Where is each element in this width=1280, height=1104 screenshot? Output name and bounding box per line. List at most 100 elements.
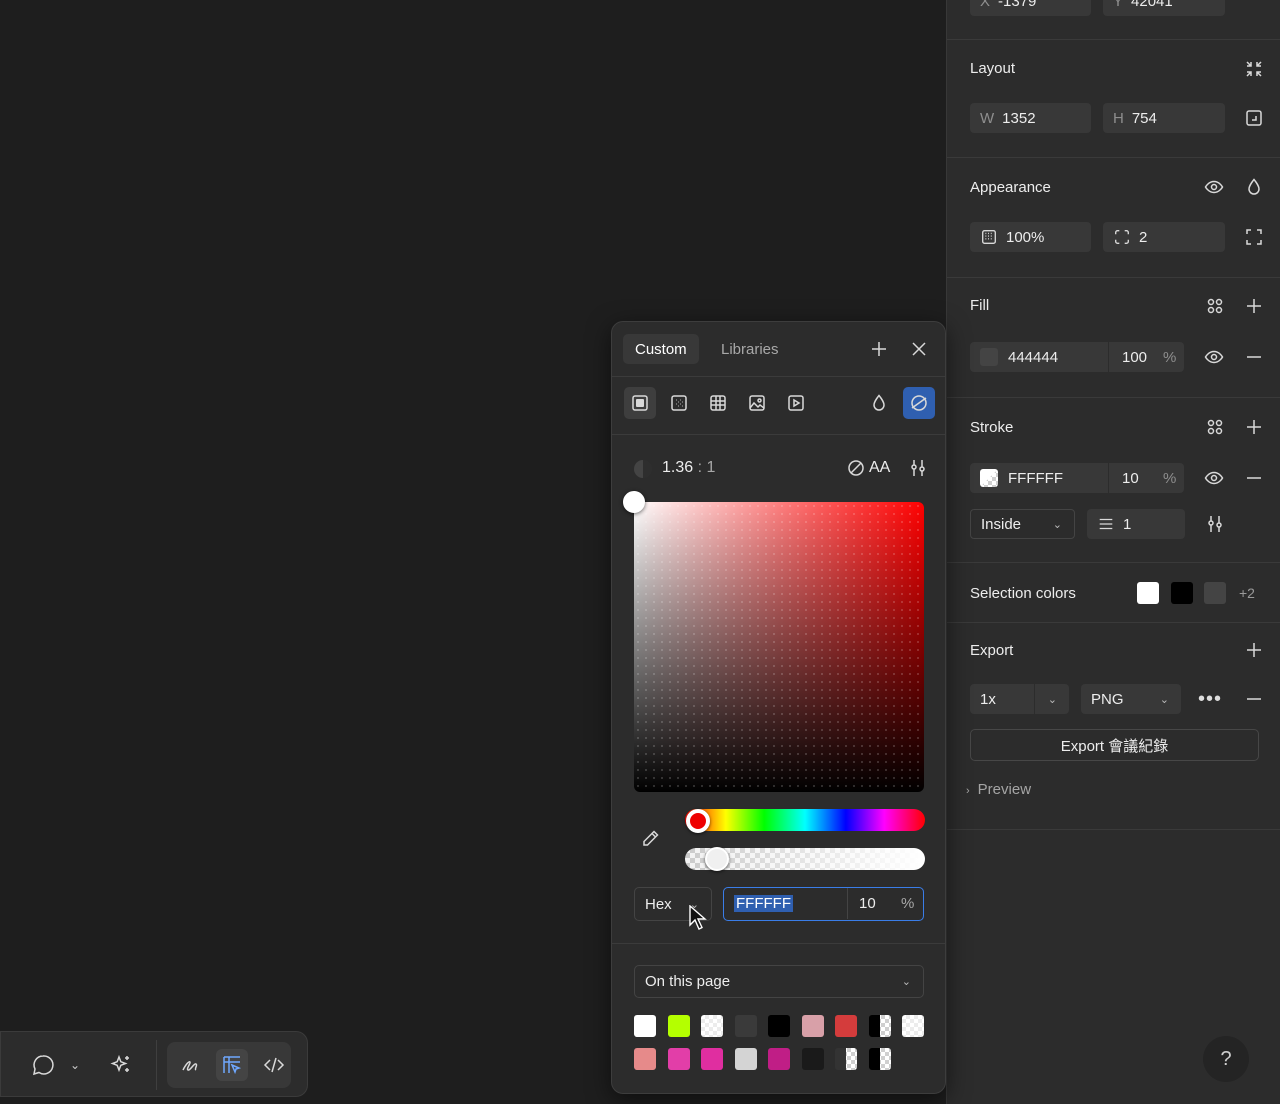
hex-input[interactable]: FFFFFF 10 % xyxy=(723,887,924,921)
fill-swatch[interactable] xyxy=(980,348,998,366)
more-options-icon[interactable]: ••• xyxy=(1198,688,1221,710)
selection-color-swatch[interactable] xyxy=(1171,582,1193,604)
stroke-weight-field[interactable]: 1 xyxy=(1087,509,1185,539)
page-color-swatch[interactable] xyxy=(634,1048,656,1070)
page-color-swatch[interactable] xyxy=(735,1048,757,1070)
stroke-styles-icon[interactable] xyxy=(1204,416,1226,438)
hue-slider[interactable] xyxy=(685,809,925,831)
page-color-swatch[interactable] xyxy=(802,1048,824,1070)
corner-radius-field[interactable]: 2 xyxy=(1103,222,1225,252)
ai-sparkle-icon[interactable] xyxy=(105,1049,137,1081)
layout-title: Layout xyxy=(970,60,1016,77)
chevron-down-icon: ⌄ xyxy=(1047,693,1057,706)
pattern-fill-icon[interactable] xyxy=(702,387,734,419)
export-button[interactable]: Export 會議紀錄 xyxy=(970,729,1259,761)
page-color-swatch[interactable] xyxy=(902,1015,924,1037)
add-stroke-icon[interactable] xyxy=(1243,416,1265,438)
stroke-swatch[interactable] xyxy=(980,469,998,487)
stroke-section: Stroke FFFFFF 10 % Inside ⌄ 1 xyxy=(947,398,1280,563)
page-color-swatch[interactable] xyxy=(869,1048,891,1070)
selection-colors-section: Selection colors +2 xyxy=(947,563,1280,623)
draw-mode-icon[interactable] xyxy=(175,1049,207,1081)
resize-icon[interactable] xyxy=(1243,107,1265,129)
opacity-icon xyxy=(980,228,998,246)
page-color-swatch[interactable] xyxy=(869,1015,891,1037)
dev-mode-icon[interactable] xyxy=(258,1049,290,1081)
page-color-swatch[interactable] xyxy=(668,1048,690,1070)
video-fill-icon[interactable] xyxy=(780,387,812,419)
alpha-input[interactable]: 10 xyxy=(859,895,876,912)
chevron-down-icon: ⌄ xyxy=(901,976,911,988)
fill-section: Fill 444444 100 % xyxy=(947,278,1280,398)
height-field[interactable]: H 754 xyxy=(1103,103,1225,133)
page-color-swatch[interactable] xyxy=(701,1048,723,1070)
solid-fill-icon[interactable] xyxy=(624,387,656,419)
stroke-color-field[interactable]: FFFFFF 10 % xyxy=(970,463,1184,493)
help-button[interactable]: ? xyxy=(1203,1036,1249,1082)
preview-toggle[interactable]: › Preview xyxy=(966,781,1031,798)
add-fill-icon[interactable] xyxy=(1243,295,1265,317)
remove-fill-icon[interactable] xyxy=(1243,346,1265,368)
appearance-title: Appearance xyxy=(970,179,1051,196)
color-picker-popup: Custom Libraries 1.36 : 1 AA Hex ⌄ FFFFF… xyxy=(611,321,946,1094)
gradient-fill-icon[interactable] xyxy=(663,387,695,419)
alpha-handle[interactable] xyxy=(705,847,729,871)
opacity-field[interactable]: 100% xyxy=(970,222,1091,252)
stroke-position-select[interactable]: Inside ⌄ xyxy=(970,509,1075,539)
page-color-swatch[interactable] xyxy=(768,1015,790,1037)
chevron-down-icon[interactable]: ⌄ xyxy=(65,1049,85,1081)
fill-visibility-icon[interactable] xyxy=(1203,346,1225,368)
add-export-icon[interactable] xyxy=(1243,639,1265,661)
saturation-handle[interactable] xyxy=(623,491,645,513)
width-field[interactable]: W 1352 xyxy=(970,103,1091,133)
blend-mode-icon[interactable] xyxy=(863,387,895,419)
page-color-swatch[interactable] xyxy=(735,1015,757,1037)
saturation-value-area[interactable] xyxy=(634,502,924,792)
independent-corners-icon[interactable] xyxy=(1243,226,1265,248)
page-color-swatch[interactable] xyxy=(701,1015,723,1037)
tab-custom[interactable]: Custom xyxy=(623,334,699,364)
close-icon[interactable] xyxy=(908,338,930,360)
remove-stroke-icon[interactable] xyxy=(1243,467,1265,489)
properties-panel: X -1379 Y 42041 Layout W 1352 H 754 Appe… xyxy=(946,0,1280,1104)
image-fill-icon[interactable] xyxy=(741,387,773,419)
fill-color-field[interactable]: 444444 100 % xyxy=(970,342,1184,372)
y-field[interactable]: Y 42041 xyxy=(1103,0,1225,16)
export-title: Export xyxy=(970,642,1014,659)
stroke-settings-icon[interactable] xyxy=(1204,513,1226,535)
contrast-preview-icon xyxy=(634,460,652,478)
add-style-icon[interactable] xyxy=(868,338,890,360)
swatch-source-select[interactable]: On this page ⌄ xyxy=(634,965,924,998)
x-field[interactable]: X -1379 xyxy=(970,0,1091,16)
page-color-swatch[interactable] xyxy=(668,1015,690,1037)
design-mode-icon[interactable] xyxy=(216,1049,248,1081)
eyedropper-icon[interactable] xyxy=(639,828,661,850)
eye-icon[interactable] xyxy=(1203,176,1225,198)
drop-icon[interactable] xyxy=(1243,176,1265,198)
selection-colors-title: Selection colors xyxy=(970,585,1076,602)
color-management-icon[interactable] xyxy=(903,387,935,419)
export-scale-select[interactable]: 1x ⌄ xyxy=(970,684,1069,714)
selection-color-swatch[interactable] xyxy=(1137,582,1159,604)
stroke-visibility-icon[interactable] xyxy=(1203,467,1225,489)
page-color-swatch[interactable] xyxy=(835,1015,857,1037)
styles-grid-icon[interactable] xyxy=(1204,295,1226,317)
export-section: Export 1x ⌄ PNG ⌄ ••• Export 會議紀錄 › Previ… xyxy=(947,623,1280,830)
stroke-weight-icon xyxy=(1097,515,1115,533)
hue-handle[interactable] xyxy=(686,809,710,833)
remove-export-icon[interactable] xyxy=(1243,688,1265,710)
fill-title: Fill xyxy=(970,297,990,314)
page-color-swatch[interactable] xyxy=(768,1048,790,1070)
comment-icon[interactable] xyxy=(27,1049,59,1081)
corner-radius-icon xyxy=(1113,228,1131,246)
page-color-swatch[interactable] xyxy=(802,1015,824,1037)
tab-libraries[interactable]: Libraries xyxy=(709,334,791,364)
selection-color-swatch[interactable] xyxy=(1204,582,1226,604)
contrast-settings-icon[interactable] xyxy=(907,457,929,479)
no-contrast-icon xyxy=(845,457,867,479)
page-color-swatch[interactable] xyxy=(634,1015,656,1037)
export-format-select[interactable]: PNG ⌄ xyxy=(1081,684,1181,714)
page-color-swatch[interactable] xyxy=(835,1048,857,1070)
collapse-icon[interactable] xyxy=(1243,58,1265,80)
more-colors-count[interactable]: +2 xyxy=(1239,585,1255,601)
